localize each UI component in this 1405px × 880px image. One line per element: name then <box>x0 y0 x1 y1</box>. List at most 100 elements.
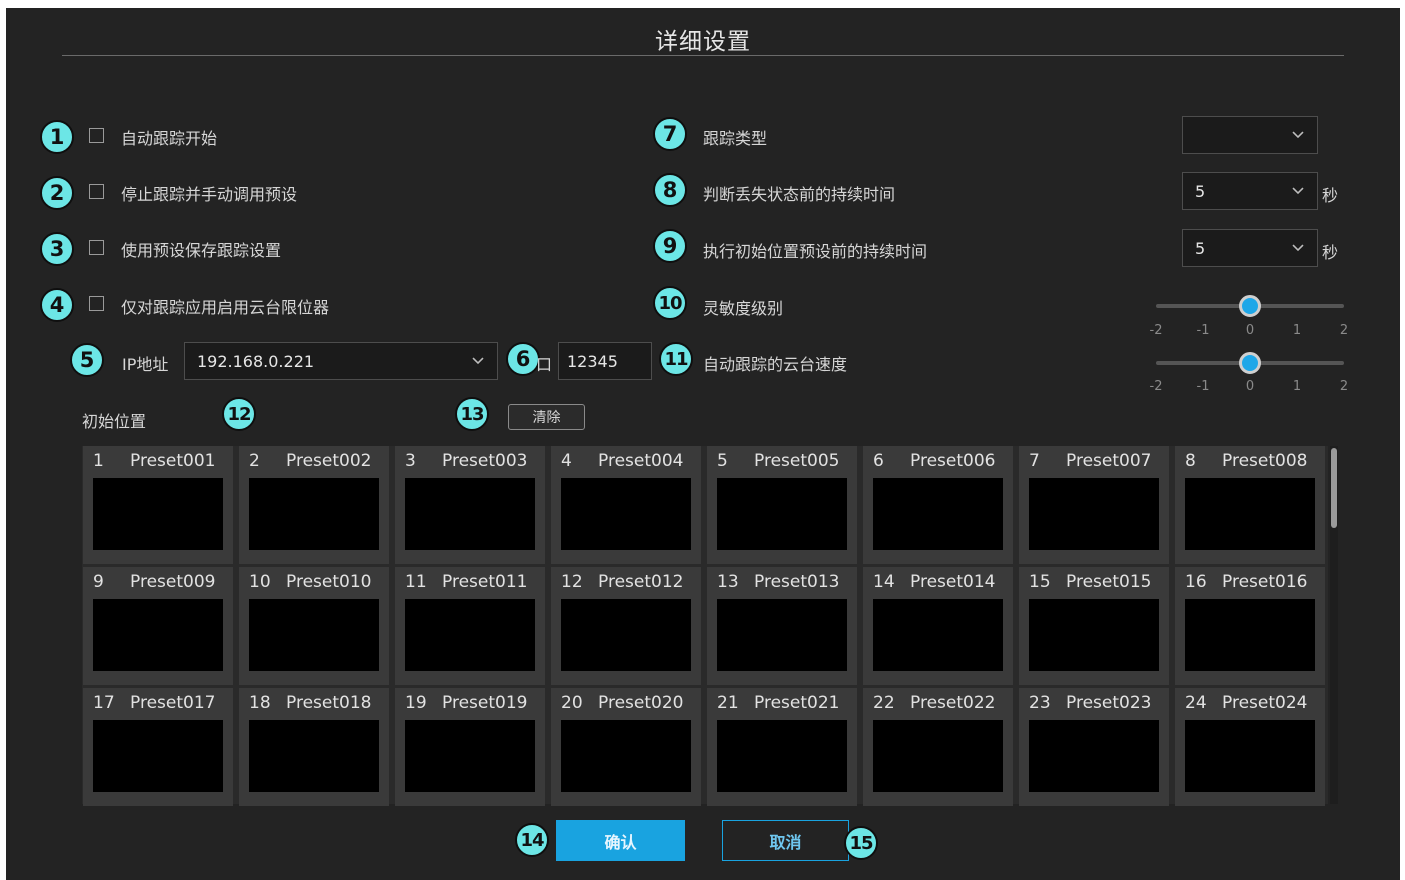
detail-settings-dialog: 详细设置 1 自动跟踪开始 2 停止跟踪并手动调用预设 3 使用预设保存跟踪设置… <box>6 8 1400 880</box>
sensitivity-tick: 1 <box>1292 323 1302 338</box>
preset-thumbnail <box>717 478 847 550</box>
initial-position-duration-value: 5 <box>1195 238 1206 258</box>
preset-tile[interactable]: 24 Preset024 <box>1175 688 1325 806</box>
cancel-button[interactable]: 取消 <box>722 820 849 861</box>
preset-number: 1 <box>93 451 104 471</box>
preset-tile[interactable]: 22 Preset022 <box>863 688 1013 806</box>
preset-tile[interactable]: 19 Preset019 <box>395 688 545 806</box>
scrollbar-thumb[interactable] <box>1331 448 1337 528</box>
save-tracking-with-preset-checkbox[interactable] <box>89 240 104 255</box>
preset-number: 23 <box>1029 693 1051 713</box>
preset-name: Preset017 <box>130 693 216 713</box>
preset-name: Preset004 <box>598 451 684 471</box>
ip-address-value: 192.168.0.221 <box>197 351 315 371</box>
preset-thumbnail <box>405 478 535 550</box>
preset-tile[interactable]: 11 Preset011 <box>395 567 545 685</box>
preset-name: Preset005 <box>754 451 840 471</box>
preset-tile[interactable]: 1 Preset001 <box>83 446 233 564</box>
stop-tracking-manual-preset-label: 停止跟踪并手动调用预设 <box>121 185 298 204</box>
preset-thumbnail <box>93 599 223 671</box>
preset-grid: 1 Preset001 2 Preset002 3 Preset003 4 Preset004… <box>82 446 1328 806</box>
callout-marker-10: 10 <box>653 286 687 320</box>
preset-number: 10 <box>249 572 271 592</box>
preset-tile[interactable]: 12 Preset012 <box>551 567 701 685</box>
preset-tile[interactable]: 7 Preset007 <box>1019 446 1169 564</box>
preset-tile[interactable]: 23 Preset023 <box>1019 688 1169 806</box>
preset-tile[interactable]: 8 Preset008 <box>1175 446 1325 564</box>
preset-name: Preset011 <box>442 572 528 592</box>
tracking-type-label: 跟踪类型 <box>703 129 768 148</box>
tracking-type-dropdown[interactable] <box>1182 116 1318 154</box>
preset-tile[interactable]: 10 Preset010 <box>239 567 389 685</box>
preset-number: 19 <box>405 693 427 713</box>
preset-tile[interactable]: 17 Preset017 <box>83 688 233 806</box>
sensitivity-tick: 0 <box>1245 323 1255 338</box>
preset-number: 20 <box>561 693 583 713</box>
stop-tracking-manual-preset-checkbox[interactable] <box>89 184 104 199</box>
clear-button[interactable]: 清除 <box>508 404 585 430</box>
preset-number: 4 <box>561 451 572 471</box>
confirm-button[interactable]: 确认 <box>556 820 685 861</box>
preset-tile[interactable]: 20 Preset020 <box>551 688 701 806</box>
port-input[interactable]: 12345 <box>558 342 652 380</box>
preset-number: 14 <box>873 572 895 592</box>
callout-marker-14: 14 <box>515 823 549 857</box>
preset-name: Preset003 <box>442 451 528 471</box>
preset-number: 17 <box>93 693 115 713</box>
sensitivity-tick: -1 <box>1196 323 1210 338</box>
preset-tile[interactable]: 3 Preset003 <box>395 446 545 564</box>
preset-tile[interactable]: 15 Preset015 <box>1019 567 1169 685</box>
preset-tile[interactable]: 18 Preset018 <box>239 688 389 806</box>
ip-address-dropdown[interactable]: 192.168.0.221 <box>184 342 498 380</box>
chevron-down-icon <box>1292 131 1304 139</box>
preset-grid-scrollbar[interactable] <box>1330 446 1338 804</box>
preset-number: 2 <box>249 451 260 471</box>
speed-tick: -1 <box>1196 379 1210 394</box>
preset-number: 6 <box>873 451 884 471</box>
preset-tile[interactable]: 21 Preset021 <box>707 688 857 806</box>
preset-thumbnail <box>717 720 847 792</box>
lost-state-duration-value: 5 <box>1195 181 1206 201</box>
pan-tilt-limiter-checkbox[interactable] <box>89 296 104 311</box>
preset-thumbnail <box>561 720 691 792</box>
preset-thumbnail <box>1185 478 1315 550</box>
pan-tilt-speed-label: 自动跟踪的云台速度 <box>703 355 848 374</box>
preset-number: 21 <box>717 693 739 713</box>
preset-tile[interactable]: 5 Preset005 <box>707 446 857 564</box>
preset-thumbnail <box>405 720 535 792</box>
initial-position-duration-dropdown[interactable]: 5 <box>1182 229 1318 267</box>
preset-number: 3 <box>405 451 416 471</box>
preset-name: Preset008 <box>1222 451 1308 471</box>
preset-number: 16 <box>1185 572 1207 592</box>
preset-name: Preset016 <box>1222 572 1308 592</box>
preset-tile[interactable]: 14 Preset014 <box>863 567 1013 685</box>
callout-marker-4: 4 <box>40 288 74 322</box>
save-tracking-with-preset-label: 使用预设保存跟踪设置 <box>121 241 282 260</box>
preset-tile[interactable]: 6 Preset006 <box>863 446 1013 564</box>
preset-name: Preset001 <box>130 451 216 471</box>
preset-tile[interactable]: 13 Preset013 <box>707 567 857 685</box>
callout-marker-12: 12 <box>222 397 256 431</box>
preset-name: Preset012 <box>598 572 684 592</box>
preset-number: 5 <box>717 451 728 471</box>
preset-tile[interactable]: 4 Preset004 <box>551 446 701 564</box>
pan-tilt-speed-slider-thumb[interactable] <box>1239 352 1261 374</box>
preset-number: 12 <box>561 572 583 592</box>
initial-position-unit: 秒 <box>1322 243 1339 262</box>
lost-state-duration-dropdown[interactable]: 5 <box>1182 172 1318 210</box>
sensitivity-slider-thumb[interactable] <box>1239 295 1261 317</box>
preset-tile[interactable]: 2 Preset002 <box>239 446 389 564</box>
auto-tracking-start-checkbox[interactable] <box>89 128 104 143</box>
title-divider <box>62 55 1344 56</box>
chevron-down-icon <box>1292 244 1304 252</box>
preset-number: 15 <box>1029 572 1051 592</box>
lost-state-unit: 秒 <box>1322 186 1339 205</box>
port-label: 口 <box>536 355 553 374</box>
preset-thumbnail <box>93 720 223 792</box>
preset-thumbnail <box>561 478 691 550</box>
preset-tile[interactable]: 16 Preset016 <box>1175 567 1325 685</box>
preset-thumbnail <box>93 478 223 550</box>
preset-tile[interactable]: 9 Preset009 <box>83 567 233 685</box>
preset-thumbnail <box>717 599 847 671</box>
preset-number: 8 <box>1185 451 1196 471</box>
